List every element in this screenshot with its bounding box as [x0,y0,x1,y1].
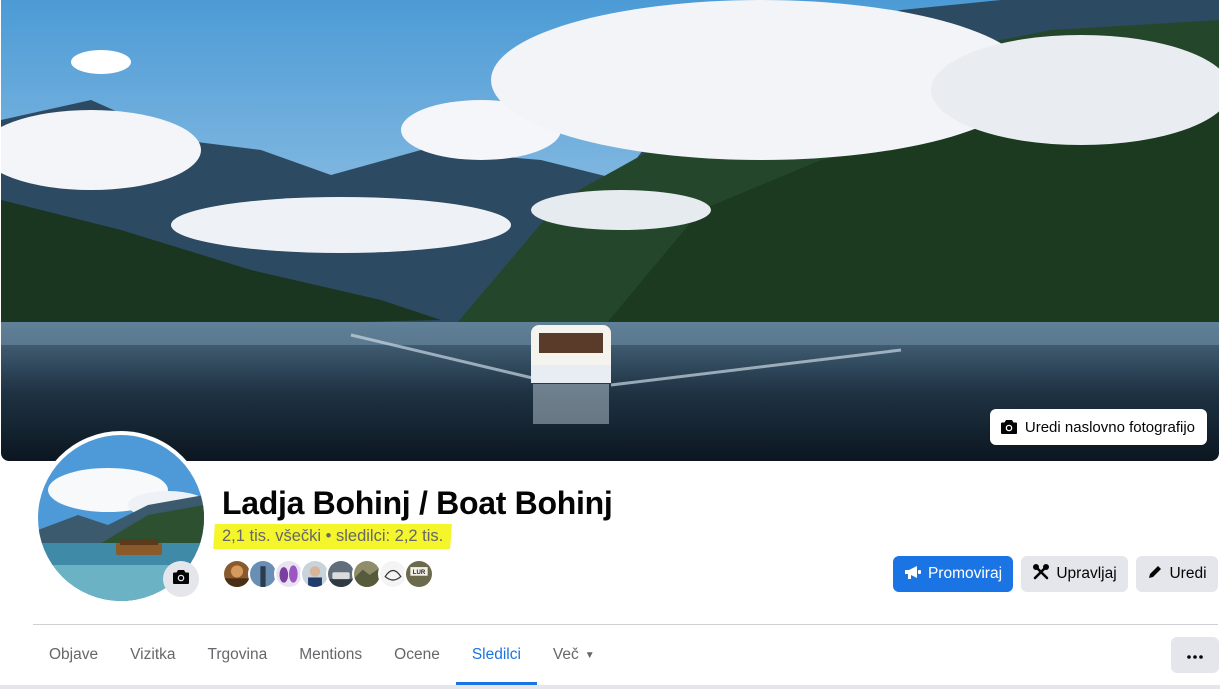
update-profile-picture-button[interactable] [163,561,199,597]
svg-text:LUR: LUR [413,570,426,576]
tab-label: Objave [49,646,99,663]
pencil-icon [1147,564,1163,585]
promote-button[interactable]: Promoviraj [893,556,1013,592]
tab-label: Mentions [299,646,363,663]
page-title: Ladja Bohinj / Boat Bohinj [222,485,613,521]
edit-cover-photo-button[interactable]: Uredi naslovno fotografijo [989,409,1207,445]
edit-button[interactable]: Uredi [1136,556,1218,592]
tab-label: Več [552,646,579,663]
page-tabs: Objave Vizitka Trgovina Mentions Ocene S… [33,625,611,685]
follower-avatars[interactable]: LUR [222,559,434,589]
tab-mentions[interactable]: Mentions [283,625,378,685]
tab-objave[interactable]: Objave [33,625,114,685]
cover-image [1,0,1219,461]
camera-icon [1000,419,1018,435]
promote-label: Promoviraj [927,565,1003,582]
chevron-down-icon: ▼ [584,649,595,661]
cover-photo: Uredi naslovno fotografijo [1,0,1219,461]
tab-ocene[interactable]: Ocene [378,625,456,685]
tab-vizitka[interactable]: Vizitka [114,625,191,685]
page-stats[interactable]: 2,1 tis. všečki • sledilci: 2,2 tis. [213,524,453,549]
more-horizontal-icon [1187,646,1203,664]
manage-label: Upravljaj [1056,565,1117,582]
tab-trgovina[interactable]: Trgovina [192,625,284,685]
tab-label: Sledilci [471,646,521,663]
profile-picture-frame [34,431,208,605]
tab-label: Vizitka [130,646,176,663]
follower-avatar[interactable]: LUR [404,559,434,589]
likes-followers-count: 2,1 tis. všečki • sledilci: 2,2 tis. [222,527,444,545]
tab-label: Trgovina [207,646,268,663]
tab-sledilci[interactable]: Sledilci [455,625,538,685]
more-options-button[interactable] [1171,637,1219,673]
edit-label: Uredi [1169,565,1207,582]
megaphone-icon [904,564,922,585]
edit-cover-photo-label: Uredi naslovno fotografijo [1024,418,1195,436]
camera-icon [172,569,190,590]
tools-icon [1032,563,1050,586]
tab-label: Ocene [394,646,440,663]
tab-vec[interactable]: Več ▼ [537,625,611,685]
manage-button[interactable]: Upravljaj [1021,556,1128,592]
page-bottom-edge [0,685,1220,689]
